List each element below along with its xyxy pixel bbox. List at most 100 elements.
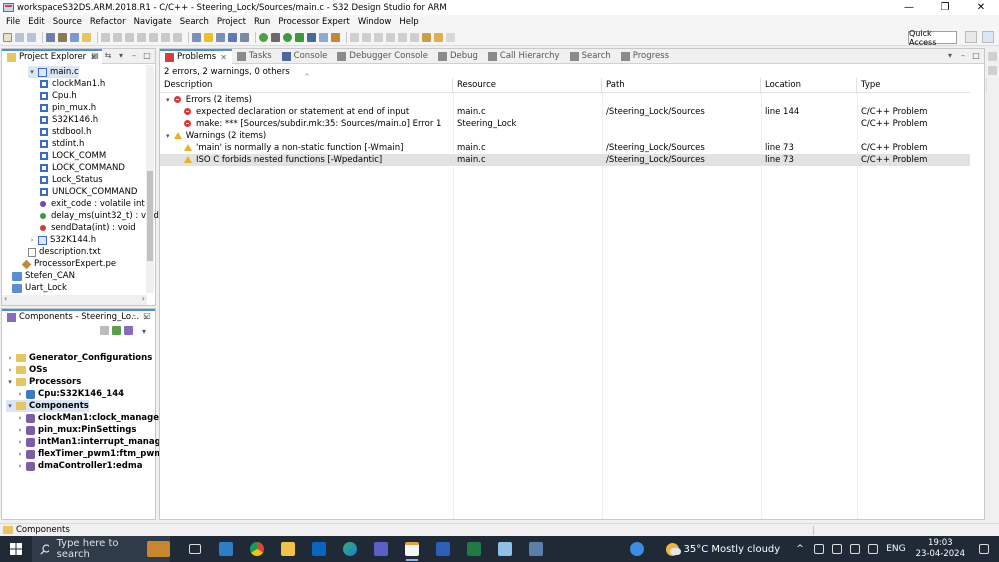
weather-widget[interactable]: 35°C Mostly cloudy [665,542,780,556]
debug-bug-icon[interactable] [307,32,316,42]
maximize-view-icon[interactable]: □ [142,50,152,61]
perspective-icon[interactable] [965,31,977,43]
tab-debugger-console[interactable]: Debugger Console [332,49,433,64]
chevron-right-icon[interactable]: › [16,390,24,398]
menu-help[interactable]: Help [395,17,422,27]
tree-item[interactable]: Lock_Status [40,174,103,186]
language-indicator[interactable]: ENG [886,544,905,554]
taskbar-app-explorer[interactable] [277,536,299,562]
tree-item[interactable]: UNLOCK_COMMAND [40,186,137,198]
minimize-view-icon[interactable]: – [958,50,968,61]
component-item[interactable]: ▾ Processors [6,376,81,388]
tree-item[interactable]: Cpu.h [40,90,77,102]
settings-icon[interactable] [259,32,268,42]
battery-icon[interactable] [832,544,843,554]
network-icon[interactable] [814,544,825,554]
chevron-right-icon[interactable]: › [16,462,24,470]
minimize-view-icon[interactable]: – [129,310,139,321]
cpp-perspective-icon[interactable] [982,31,994,43]
menu-edit[interactable]: Edit [24,17,48,27]
problem-row[interactable]: make: *** [Sources/subdir.mk:35: Sources… [160,118,970,130]
chevron-right-icon[interactable]: › [6,354,14,362]
flash-icon[interactable] [204,32,213,42]
menu-window[interactable]: Window [354,17,396,27]
chevron-down-icon[interactable]: ▾ [6,378,14,386]
taskbar-search[interactable]: Type here to search [32,536,170,562]
save-all-icon[interactable] [27,32,36,42]
taskbar-app-word[interactable] [432,536,454,562]
taskbar-app-chrome[interactable] [246,536,268,562]
component-item[interactable]: › Generator_Configurations [6,352,153,364]
tree-item[interactable]: S32K146.h [40,114,98,126]
gear-icon[interactable] [271,32,280,42]
tab-debug[interactable]: Debug [433,49,483,64]
step-over-icon[interactable] [161,32,170,42]
component-item[interactable]: › pin_mux:PinSettings [16,424,137,436]
component-item[interactable]: › flexTimer_pwm1:ftm_pwm [16,448,164,460]
chevron-right-icon[interactable]: › [16,438,24,446]
tree-item[interactable]: Stefen_CAN [12,270,75,282]
taskbar-app-teams[interactable] [370,536,392,562]
component-item[interactable]: › clockMan1:clock_manager [16,412,164,424]
column-header-path[interactable]: Path [602,78,761,93]
tree-item[interactable]: stdbool.h [40,126,91,138]
forward-icon[interactable] [446,32,455,42]
tab-console[interactable]: Console [277,49,333,64]
taskbar-app-outlook[interactable] [308,536,330,562]
chevron-down-icon[interactable]: ▾ [166,132,172,140]
tab-tasks[interactable]: Tasks [232,49,277,64]
save-icon[interactable] [15,32,24,42]
menu-run[interactable]: Run [250,17,274,27]
component-item[interactable]: › Cpu:S32K146_144 [16,388,125,400]
taskbar-app-ve[interactable] [215,536,237,562]
maximize-view-icon[interactable]: □ [971,50,981,61]
outline-icon[interactable] [988,66,997,75]
tab-call-hierarchy[interactable]: Call Hierarchy [483,49,565,64]
last-edit-icon[interactable] [422,32,431,42]
chevron-down-icon[interactable]: ▾ [166,96,172,104]
component-item[interactable]: › intMan1:interrupt_manager [16,436,171,448]
prev-annotation-icon[interactable] [410,32,419,42]
menu-navigate[interactable]: Navigate [130,17,176,27]
problem-row[interactable]: 'main' is normally a non-static function… [160,142,970,154]
target-icon[interactable] [216,32,225,42]
component-item[interactable]: ▾ Components [6,400,89,412]
start-button[interactable] [0,536,32,562]
collapse-all-icon[interactable]: ▤ [90,50,100,61]
column-header-resource[interactable]: Resource [453,78,602,93]
generate-code-icon[interactable] [112,326,121,335]
chevron-right-icon[interactable]: › [16,426,24,434]
folder-icon[interactable] [82,32,91,42]
close-button[interactable]: ✕ [963,0,999,15]
resume-icon[interactable] [113,32,122,42]
quick-access-field[interactable]: Quick Access [908,29,957,47]
back-icon[interactable] [434,32,443,42]
problem-group-row[interactable]: ▾ Errors (2 items) [160,94,970,106]
tree-item[interactable]: description.txt [28,246,101,258]
tree-item[interactable]: exit_code : volatile int [40,198,145,210]
suspend-icon[interactable] [125,32,134,42]
build-config-icon[interactable] [58,32,67,42]
tree-item[interactable]: ▾ main.c [28,66,79,78]
chevron-right-icon[interactable]: › [6,366,14,374]
task-view-button[interactable] [184,536,206,562]
taskbar-app-notepad[interactable] [494,536,516,562]
restore-icon[interactable] [988,52,997,61]
problem-row[interactable]: expected declaration or statement at end… [160,106,970,118]
view-menu-icon[interactable]: ▾ [139,326,149,337]
tab-progress[interactable]: Progress [616,49,674,64]
new-icon[interactable] [3,32,12,42]
step-return-icon[interactable] [173,32,182,42]
maximize-button[interactable]: ❐ [927,0,963,15]
tree-item[interactable]: stdint.h [40,138,84,150]
update-icon[interactable] [124,326,133,335]
component-item[interactable]: › OSs [6,364,48,376]
taskbar-app-calculator[interactable] [525,536,547,562]
block-selection-icon[interactable] [386,32,395,42]
taskbar-app-s32ds[interactable] [401,536,423,562]
tree-item[interactable]: LOCK_COMMAND [40,162,125,174]
tab-search[interactable]: Search [565,49,616,64]
show-whitespace-icon[interactable] [374,32,383,42]
menu-file[interactable]: File [2,17,24,27]
tree-item[interactable]: clockMan1.h [40,78,105,90]
